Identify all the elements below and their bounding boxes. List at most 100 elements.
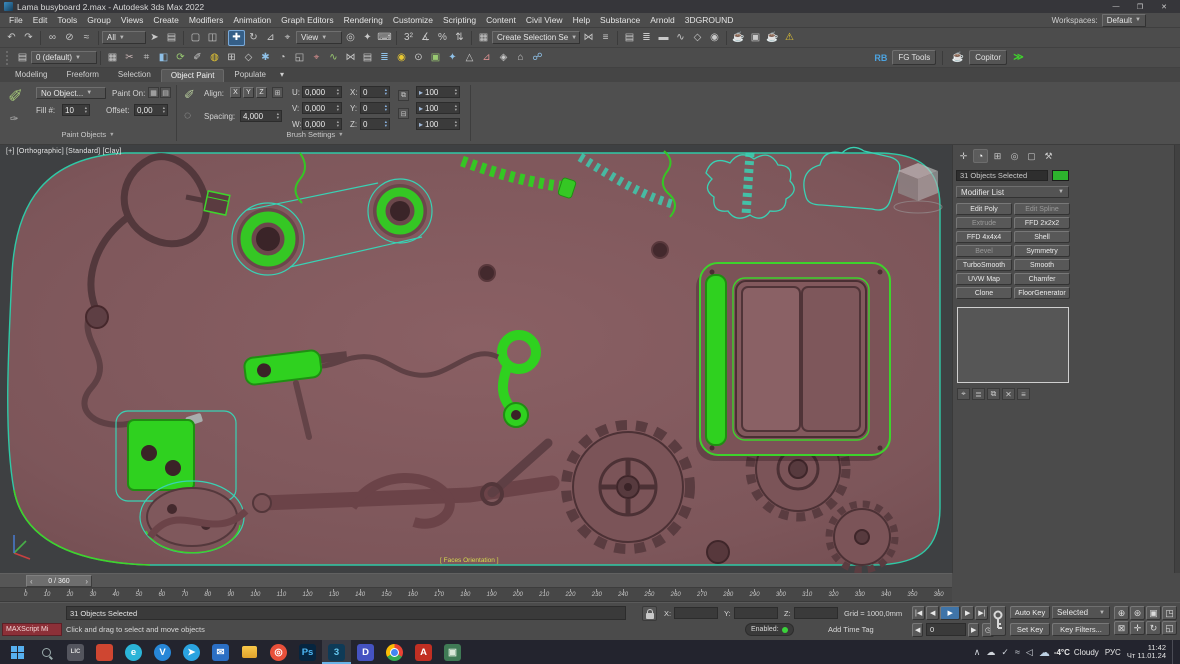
current-frame-field[interactable]: 0: [926, 623, 966, 636]
menu-group[interactable]: Group: [82, 15, 116, 25]
select-object-icon[interactable]: ➤: [146, 30, 163, 46]
edit-named-selections-icon[interactable]: ▦: [475, 30, 492, 46]
custom-tool-icon[interactable]: ◉: [393, 50, 410, 66]
timeline-slider-track[interactable]: ‹ 0 / 360 ›: [0, 573, 952, 588]
lock-scale-icon[interactable]: ⧉: [398, 90, 409, 101]
brush-settings-group-label[interactable]: Brush Settings▼: [250, 130, 380, 139]
custom-tool-icon[interactable]: ✂: [121, 50, 138, 66]
track-bar[interactable]: 0102030405060708090100110120130140150160…: [0, 588, 952, 602]
menu-arnold[interactable]: Arnold: [645, 15, 680, 25]
conform-brush-icon[interactable]: ◌: [184, 108, 191, 122]
3dsmax-icon[interactable]: 3: [322, 640, 351, 664]
custom-tool-icon[interactable]: ⊿: [478, 50, 495, 66]
custom-tool-icon[interactable]: ⊙: [410, 50, 427, 66]
mail-app-icon[interactable]: ✉: [206, 640, 235, 664]
chamfer-button[interactable]: Chamfer: [1014, 273, 1070, 285]
angle-snap-icon[interactable]: ∡: [417, 30, 434, 46]
menu-create[interactable]: Create: [148, 15, 184, 25]
language-indicator[interactable]: РУС: [1105, 648, 1121, 657]
create-tab-icon[interactable]: ✛: [956, 149, 971, 163]
menu-civil-view[interactable]: Civil View: [521, 15, 568, 25]
frame-next-icon[interactable]: ▶: [968, 623, 979, 637]
make-unique-icon[interactable]: ⧉: [987, 388, 1000, 400]
spinner[interactable]: [337, 104, 339, 112]
bevel-button[interactable]: Bevel: [956, 245, 1012, 257]
zoom-extents-icon[interactable]: ▣: [1146, 606, 1161, 620]
ribbon-more-icon[interactable]: ▾: [276, 69, 288, 82]
scene-explorer-icon[interactable]: ▤: [621, 30, 638, 46]
bind-to-spacewarp-icon[interactable]: ≈: [78, 30, 95, 46]
gear-hub[interactable]: [707, 541, 729, 563]
select-and-place-icon[interactable]: ⌖: [279, 30, 296, 46]
custom-tool-icon[interactable]: ⊞: [223, 50, 240, 66]
copitor-button[interactable]: Copitor: [969, 50, 1007, 65]
onedrive-icon[interactable]: ☁: [986, 647, 995, 658]
spinner[interactable]: [337, 120, 339, 128]
menu-file[interactable]: File: [4, 15, 28, 25]
undo-icon[interactable]: ↶: [3, 30, 20, 46]
menu-edit[interactable]: Edit: [28, 15, 53, 25]
window-crossing-icon[interactable]: ◫: [204, 30, 221, 46]
antivirus-icon[interactable]: ✓: [1001, 647, 1009, 658]
clone-button[interactable]: Clone: [956, 287, 1012, 299]
photos-app-icon[interactable]: ▣: [438, 640, 467, 664]
custom-tool-icon[interactable]: ∿: [325, 50, 342, 66]
spinner[interactable]: [385, 120, 387, 128]
play-button[interactable]: ▶: [940, 606, 960, 620]
restore-button[interactable]: ❐: [1128, 0, 1152, 13]
render-production-icon[interactable]: ☕: [764, 30, 781, 46]
edit-poly-button[interactable]: Edit Poly: [956, 203, 1012, 215]
custom-tool-icon[interactable]: ☍: [529, 50, 546, 66]
panel-scrollbar[interactable]: [1174, 145, 1180, 573]
select-and-move-icon[interactable]: ✚: [228, 30, 245, 46]
configure-modifier-sets-icon[interactable]: ≡: [1017, 388, 1030, 400]
key-mode-dropdown[interactable]: Selected▼: [1052, 606, 1110, 619]
paint-brush-icon[interactable]: ✐: [8, 86, 23, 107]
go-to-end-button[interactable]: ▶|: [975, 606, 988, 620]
turbosmooth-button[interactable]: TurboSmooth: [956, 259, 1012, 271]
align-x-button[interactable]: X: [230, 87, 241, 98]
select-and-scale-icon[interactable]: ⊿: [262, 30, 279, 46]
set-keys-icon[interactable]: [990, 606, 1006, 636]
display-tab-icon[interactable]: ▢: [1024, 149, 1039, 163]
spinner[interactable]: [455, 120, 457, 128]
paint-object-dropdown[interactable]: No Object...▼: [36, 87, 106, 99]
brush-icon[interactable]: ✐: [184, 87, 195, 103]
ffd-2x2x2-button[interactable]: FFD 2x2x2: [1014, 217, 1070, 229]
custom-tool-icon[interactable]: ✱: [257, 50, 274, 66]
tab-selection[interactable]: Selection: [109, 69, 160, 82]
extrude-button[interactable]: Extrude: [956, 217, 1012, 229]
viewport-label[interactable]: [+] [Orthographic] [Standard] [Clay]: [6, 148, 122, 155]
menu-customize[interactable]: Customize: [388, 15, 438, 25]
maximize-viewport-icon[interactable]: ◱: [1162, 621, 1177, 635]
menu-tools[interactable]: Tools: [52, 15, 82, 25]
custom-tool-icon[interactable]: ▣: [427, 50, 444, 66]
render-warning-icon[interactable]: ⚠: [781, 30, 798, 46]
select-and-rotate-icon[interactable]: ↻: [245, 30, 262, 46]
y-rotation-field[interactable]: 0: [360, 102, 390, 114]
previous-frame-button[interactable]: ◀: [926, 606, 939, 620]
x-rotation-field[interactable]: 0: [360, 86, 390, 98]
material-editor-icon[interactable]: ◉: [706, 30, 723, 46]
show-desktop-button[interactable]: [1172, 640, 1176, 664]
menu-graph-editors[interactable]: Graph Editors: [276, 15, 338, 25]
x-coord-field[interactable]: [674, 607, 718, 619]
key-filters-button[interactable]: Key Filters...: [1052, 623, 1110, 636]
select-and-manipulate-icon[interactable]: ✦: [359, 30, 376, 46]
app-blue-icon[interactable]: D: [351, 640, 380, 664]
search-icon[interactable]: [32, 640, 61, 664]
set-key-button[interactable]: Set Key: [1010, 623, 1050, 636]
object-color-swatch[interactable]: [1052, 170, 1069, 181]
shell-button[interactable]: Shell: [1014, 231, 1070, 243]
hierarchy-tab-icon[interactable]: ⊞: [990, 149, 1005, 163]
menu-help[interactable]: Help: [568, 15, 595, 25]
fg-tools-button[interactable]: FG Tools: [892, 50, 936, 65]
zoom-all-icon[interactable]: ⊛: [1130, 606, 1145, 620]
menu-rendering[interactable]: Rendering: [339, 15, 388, 25]
object-name-field[interactable]: 31 Objects Selected: [956, 170, 1048, 181]
smooth-button[interactable]: Smooth: [1014, 259, 1070, 271]
menu-animation[interactable]: Animation: [228, 15, 276, 25]
mirror-icon[interactable]: ⋈: [580, 30, 597, 46]
utilities-tab-icon[interactable]: ⚒: [1041, 149, 1056, 163]
timeline-slider[interactable]: ‹ 0 / 360 ›: [26, 575, 92, 587]
